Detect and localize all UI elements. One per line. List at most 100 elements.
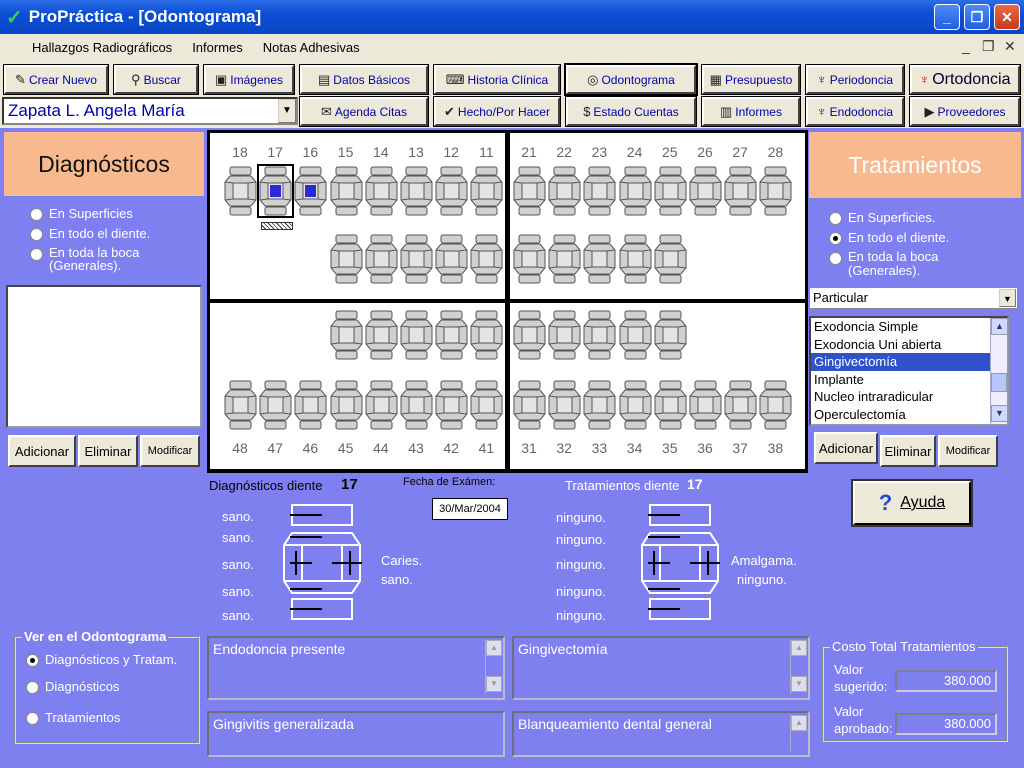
tooth-48[interactable] [224,380,257,430]
primary-tooth[interactable] [654,234,687,284]
imagenes-button[interactable]: ▣ Imágenes [203,64,295,95]
mdi-close-icon[interactable]: ✕ [1004,38,1016,55]
tooth-24[interactable] [619,166,652,216]
diag-adicionar-button[interactable]: Adicionar [8,435,76,467]
ortodoncia-button[interactable]: ♆ Ortodoncia [909,64,1021,95]
trat-eliminar-button[interactable]: Eliminar [880,435,936,467]
trat-radio-diente[interactable]: En todo el diente. [829,230,1021,245]
valor-aprobado-field[interactable]: 380.000 [895,713,997,735]
tooth-46[interactable] [294,380,327,430]
diag-radio-boca[interactable]: En toda la boca (Generales). [30,246,160,272]
gingivectomia-notes[interactable]: Gingivectomía ▲ ▼ [512,636,810,700]
primary-tooth[interactable] [470,310,503,360]
tooth-23[interactable] [583,166,616,216]
buscar-button[interactable]: ⚲ Buscar [113,64,199,95]
blanqueamiento-notes[interactable]: Blanqueamiento dental general ▲ [512,711,810,757]
patient-select[interactable]: Zapata L. Angela María ▼ [2,97,298,125]
tooth-32[interactable] [548,380,581,430]
list-scrollbar[interactable]: ▲ ▼ [990,318,1007,424]
scroll-up-icon[interactable]: ▲ [991,318,1007,335]
list-item[interactable]: Nucleo intraradicular [811,388,1007,406]
primary-tooth[interactable] [583,234,616,284]
odontograma-button[interactable]: ◎ Odontograma [564,63,698,96]
tooth-12[interactable] [435,166,468,216]
tooth-44[interactable] [365,380,398,430]
agenda-citas-button[interactable]: ✉ Agenda Citas [299,96,429,127]
tooth-33[interactable] [583,380,616,430]
tooth-13[interactable] [400,166,433,216]
periodoncia-button[interactable]: ♆ Periodoncia [805,64,905,95]
diag-modificar-button[interactable]: Modificar [140,435,200,467]
trat-radio-superficies[interactable]: En Superficies. [829,210,1021,225]
tooth-18[interactable] [224,166,257,216]
list-item[interactable]: Exodoncia Simple [811,318,1007,336]
primary-tooth[interactable] [654,310,687,360]
historia-clinica-button[interactable]: ⌨ Historia Clínica [433,64,561,95]
tooth-21[interactable] [513,166,546,216]
tooth-17[interactable] [257,164,295,218]
tooth-47[interactable] [259,380,292,430]
scroll-down-icon[interactable]: ▼ [991,405,1007,422]
primary-tooth[interactable] [513,234,546,284]
tooth-25[interactable] [654,166,687,216]
primary-tooth[interactable] [619,310,652,360]
tooth-38[interactable] [759,380,792,430]
list-item[interactable]: Exodoncia Uni abierta [811,336,1007,354]
primary-tooth[interactable] [435,234,468,284]
endodoncia-notes[interactable]: Endodoncia presente ▲ ▼ [207,636,505,700]
tooth-42[interactable] [435,380,468,430]
tooth-26[interactable] [689,166,722,216]
diagnosticos-list[interactable] [6,285,202,428]
tooth-41[interactable] [470,380,503,430]
primary-tooth[interactable] [365,234,398,284]
menu-hallazgos[interactable]: Hallazgos Radiográficos [28,38,176,57]
tooth-31[interactable] [513,380,546,430]
diag-radio-superficies[interactable]: En Superficies [30,206,204,221]
crear-nuevo-button[interactable]: ✎ Crear Nuevo [3,64,109,95]
diag-eliminar-button[interactable]: Eliminar [78,435,138,467]
tooth-27[interactable] [724,166,757,216]
tooth-15[interactable] [330,166,363,216]
tooth-45[interactable] [330,380,363,430]
chevron-down-icon[interactable]: ▼ [999,289,1016,307]
tarifa-select[interactable]: Particular ▼ [809,287,1018,309]
primary-tooth[interactable] [365,310,398,360]
ver-radio-ambos[interactable]: Diagnósticos y Tratam. [26,652,198,667]
tooth-34[interactable] [619,380,652,430]
primary-tooth[interactable] [400,234,433,284]
maximize-button[interactable]: ❐ [964,4,990,30]
scroll-thumb[interactable] [991,373,1007,392]
tooth-22[interactable] [548,166,581,216]
informes-button[interactable]: ▥ Informes [701,96,801,127]
tooth-43[interactable] [400,380,433,430]
primary-tooth[interactable] [400,310,433,360]
valor-sugerido-field[interactable]: 380.000 [895,670,997,692]
list-item[interactable]: Gingivectomía [811,353,1007,371]
mdi-restore-icon[interactable]: ❐ [982,38,995,55]
primary-tooth[interactable] [330,310,363,360]
proveedores-button[interactable]: ▶ Proveedores [909,96,1021,127]
primary-tooth[interactable] [435,310,468,360]
tooth-14[interactable] [365,166,398,216]
tratamientos-list[interactable]: Exodoncia Simple Exodoncia Uni abierta G… [809,316,1009,426]
tooth-35[interactable] [654,380,687,430]
endodoncia-button[interactable]: ♆ Endodoncia [805,96,905,127]
tooth-37[interactable] [724,380,757,430]
mdi-minimize-icon[interactable]: _ [962,38,970,54]
estado-cuentas-button[interactable]: $ Estado Cuentas [565,96,697,127]
list-item[interactable]: Operculectomía [811,406,1007,424]
primary-tooth[interactable] [583,310,616,360]
primary-tooth[interactable] [619,234,652,284]
tooth-28[interactable] [759,166,792,216]
scrollbar[interactable]: ▲ ▼ [485,640,502,694]
ayuda-button[interactable]: ? Ayuda [851,479,973,527]
gingivitis-notes[interactable]: Gingivitis generalizada [207,711,505,757]
ver-radio-diagnosticos[interactable]: Diagnósticos [26,679,198,694]
hecho-por-hacer-button[interactable]: ✔ Hecho/Por Hacer [433,96,561,127]
fecha-examen-field[interactable]: 30/Mar/2004 [432,498,508,520]
primary-tooth[interactable] [470,234,503,284]
diag-radio-diente[interactable]: En todo el diente. [30,226,204,241]
tooth-36[interactable] [689,380,722,430]
tooth-11[interactable] [470,166,503,216]
menu-informes[interactable]: Informes [188,38,247,57]
